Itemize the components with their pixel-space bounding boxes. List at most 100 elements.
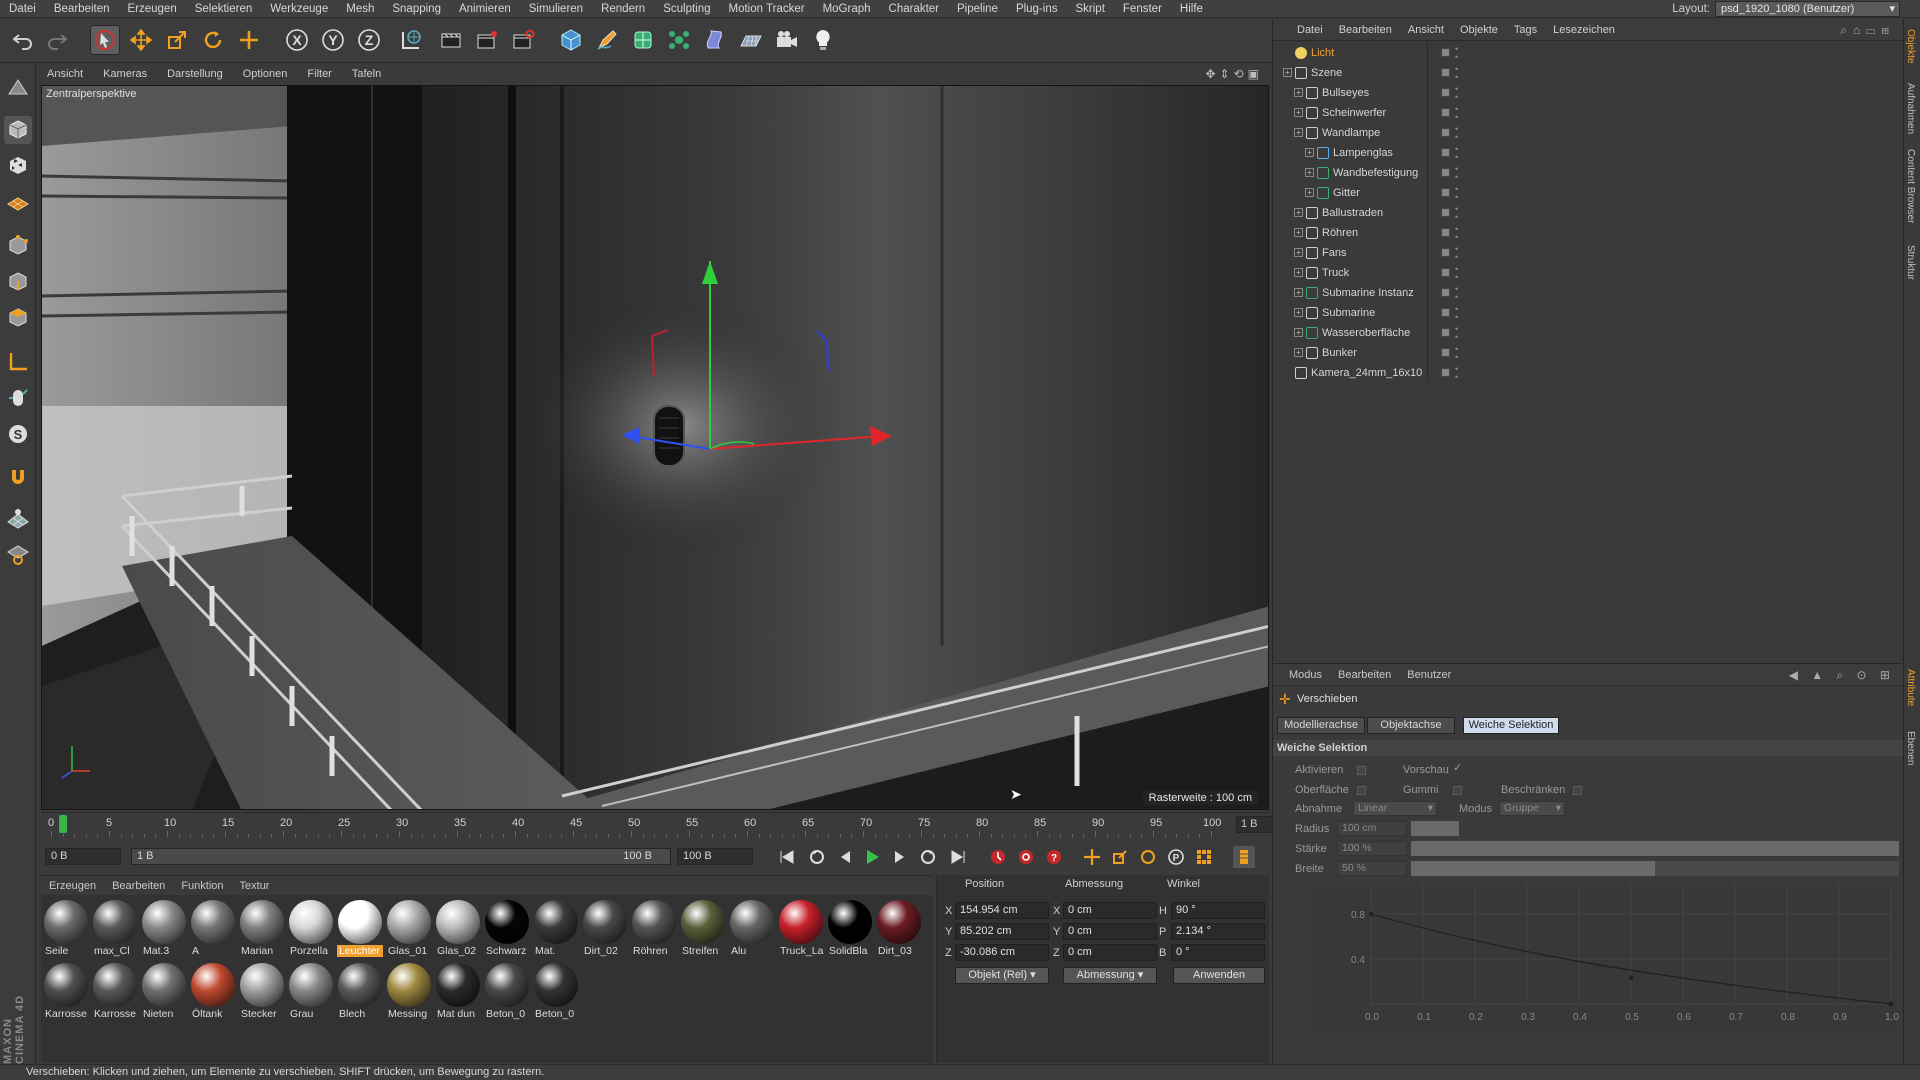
pos-x-field[interactable]: 154.954 cm (955, 902, 1049, 919)
layer-icon[interactable] (1441, 248, 1450, 257)
magnet-icon[interactable] (4, 464, 32, 492)
menu-item-11[interactable]: Motion Tracker (720, 0, 814, 18)
edges-mode-icon[interactable] (4, 268, 32, 296)
menu-item-15[interactable]: Plug-ins (1007, 0, 1067, 18)
radius-field[interactable]: 100 cm (1337, 821, 1407, 836)
editor-visibility-icon[interactable]: • • (1455, 65, 1458, 82)
viewport-nav-icons[interactable]: ✥⇕⟲▣ (1205, 67, 1263, 81)
visibility-toggles[interactable]: • • (1431, 43, 1471, 63)
layer-icon[interactable] (1441, 308, 1450, 317)
material-menu-item-2[interactable]: Funktion (173, 876, 231, 896)
layer-icon[interactable] (1441, 208, 1450, 217)
menu-item-5[interactable]: Mesh (337, 0, 383, 18)
apply-button[interactable]: Anwenden (1173, 967, 1265, 984)
floor-icon[interactable] (736, 25, 766, 55)
tab-ebenen[interactable]: Ebenen (1905, 731, 1916, 765)
pos-y-field[interactable]: 85.202 cm (955, 923, 1049, 940)
tab-modellierachse[interactable]: Modellierachse (1277, 717, 1365, 734)
viewport[interactable]: Zentralperspektive Rasterweite : 100 cm … (41, 85, 1269, 810)
tab-attribute[interactable]: Attribute (1905, 669, 1916, 706)
start-frame-field[interactable]: 0 B (45, 848, 121, 865)
visibility-toggles[interactable]: • • (1431, 163, 1471, 183)
menu-item-7[interactable]: Animieren (450, 0, 520, 18)
size-y-field[interactable]: 0 cm (1063, 923, 1157, 940)
layer-icon[interactable] (1441, 288, 1450, 297)
object-menu-item-4[interactable]: Tags (1506, 19, 1545, 41)
editor-visibility-icon[interactable]: • • (1455, 205, 1458, 222)
breite-field[interactable]: 50 % (1337, 861, 1407, 876)
pos-z-field[interactable]: -30.086 cm (955, 944, 1049, 961)
material-swatch[interactable]: Öltank (190, 962, 236, 1020)
key-position-icon[interactable] (1081, 846, 1103, 868)
object-menu-item-1[interactable]: Bearbeiten (1331, 19, 1400, 41)
visibility-toggles[interactable]: • • (1431, 243, 1471, 263)
material-swatch[interactable]: Mat. (533, 899, 579, 957)
expand-toggle-icon[interactable]: + (1294, 128, 1303, 137)
go-to-end-icon[interactable] (947, 846, 969, 868)
object-row[interactable]: + Submarine Instanz • • (1273, 283, 1903, 303)
object-row[interactable]: + Bullseyes • • (1273, 83, 1903, 103)
prev-key-icon[interactable] (806, 846, 828, 868)
move-icon[interactable] (126, 25, 156, 55)
material-swatch[interactable]: Messing (386, 962, 432, 1020)
material-swatch[interactable]: A (190, 899, 236, 957)
expand-toggle-icon[interactable]: + (1294, 268, 1303, 277)
modus-dropdown[interactable]: Gruppe ▾ (1499, 801, 1565, 816)
layer-icon[interactable] (1441, 368, 1450, 377)
object-row[interactable]: + Gitter • • (1273, 183, 1903, 203)
timeline-layout-icon[interactable] (1233, 846, 1255, 868)
material-swatch[interactable]: Leuchter (337, 899, 383, 957)
snap-icon[interactable]: S (4, 420, 32, 448)
material-swatch[interactable]: Truck_La (778, 899, 824, 957)
y-axis-icon[interactable]: Y (318, 25, 348, 55)
x-axis-icon[interactable]: X (282, 25, 312, 55)
object-row[interactable]: + Szene • • (1273, 63, 1903, 83)
layer-icon[interactable] (1441, 48, 1450, 57)
tweak-icon[interactable] (4, 384, 32, 412)
next-frame-icon[interactable] (889, 846, 911, 868)
menu-item-1[interactable]: Bearbeiten (45, 0, 119, 18)
pen-icon[interactable] (592, 25, 622, 55)
undo-icon[interactable] (8, 25, 38, 55)
menu-item-18[interactable]: Hilfe (1171, 0, 1212, 18)
attribute-nav-icons[interactable]: ◀ ▲ ⌕ ⊙ ⊞ (1789, 668, 1895, 683)
editor-visibility-icon[interactable]: • • (1455, 145, 1458, 162)
expand-toggle-icon[interactable]: + (1305, 188, 1314, 197)
layer-icon[interactable] (1441, 168, 1450, 177)
points-mode-icon[interactable] (4, 232, 32, 260)
menu-item-10[interactable]: Sculpting (654, 0, 719, 18)
polygons-mode-icon[interactable] (4, 304, 32, 332)
expand-toggle-icon[interactable]: + (1294, 348, 1303, 357)
visibility-toggles[interactable]: • • (1431, 263, 1471, 283)
visibility-toggles[interactable]: • • (1431, 183, 1471, 203)
editor-visibility-icon[interactable]: • • (1455, 345, 1458, 362)
viewport-camera-label[interactable]: Zentralperspektive (46, 88, 137, 100)
falloff-graph[interactable]: 0.8 0.4 0.0 0.1 0.2 0.3 0.4 0.5 0.6 0.7 0.8 0.9 1.… (1311, 884, 1899, 1029)
subdivision-icon[interactable] (628, 25, 658, 55)
key-pla-icon[interactable] (1193, 846, 1215, 868)
layer-icon[interactable] (1441, 228, 1450, 237)
editor-visibility-icon[interactable]: • • (1455, 265, 1458, 282)
expand-toggle-icon[interactable]: + (1305, 168, 1314, 177)
expand-toggle-icon[interactable]: + (1294, 108, 1303, 117)
layout-dropdown[interactable]: psd_1920_1080 (Benutzer) ▾ (1715, 1, 1900, 17)
rotate-icon[interactable] (198, 25, 228, 55)
render-settings-icon[interactable] (508, 25, 538, 55)
abnahme-dropdown[interactable]: Linear ▾ (1353, 801, 1437, 816)
keyframe-selection-icon[interactable]: ? (1043, 846, 1065, 868)
menu-item-17[interactable]: Fenster (1114, 0, 1171, 18)
viewport-menu-item-0[interactable]: Ansicht (37, 64, 93, 84)
coordinate-mode-dropdown[interactable]: Objekt (Rel) ▾ (955, 967, 1049, 984)
object-row[interactable]: Kamera_24mm_16x10 • • (1273, 363, 1903, 383)
editor-visibility-icon[interactable]: • • (1455, 185, 1458, 202)
expand-toggle-icon[interactable]: + (1294, 308, 1303, 317)
key-rotation-icon[interactable] (1137, 846, 1159, 868)
axis-mode-icon[interactable] (4, 348, 32, 376)
menu-item-13[interactable]: Charakter (880, 0, 949, 18)
material-swatch[interactable]: Streifen (680, 899, 726, 957)
expand-toggle-icon[interactable]: + (1294, 248, 1303, 257)
material-menu-item-0[interactable]: Erzeugen (41, 876, 104, 896)
object-row[interactable]: + Submarine • • (1273, 303, 1903, 323)
layer-icon[interactable] (1441, 268, 1450, 277)
attribute-menu-item-0[interactable]: Modus (1281, 664, 1330, 686)
